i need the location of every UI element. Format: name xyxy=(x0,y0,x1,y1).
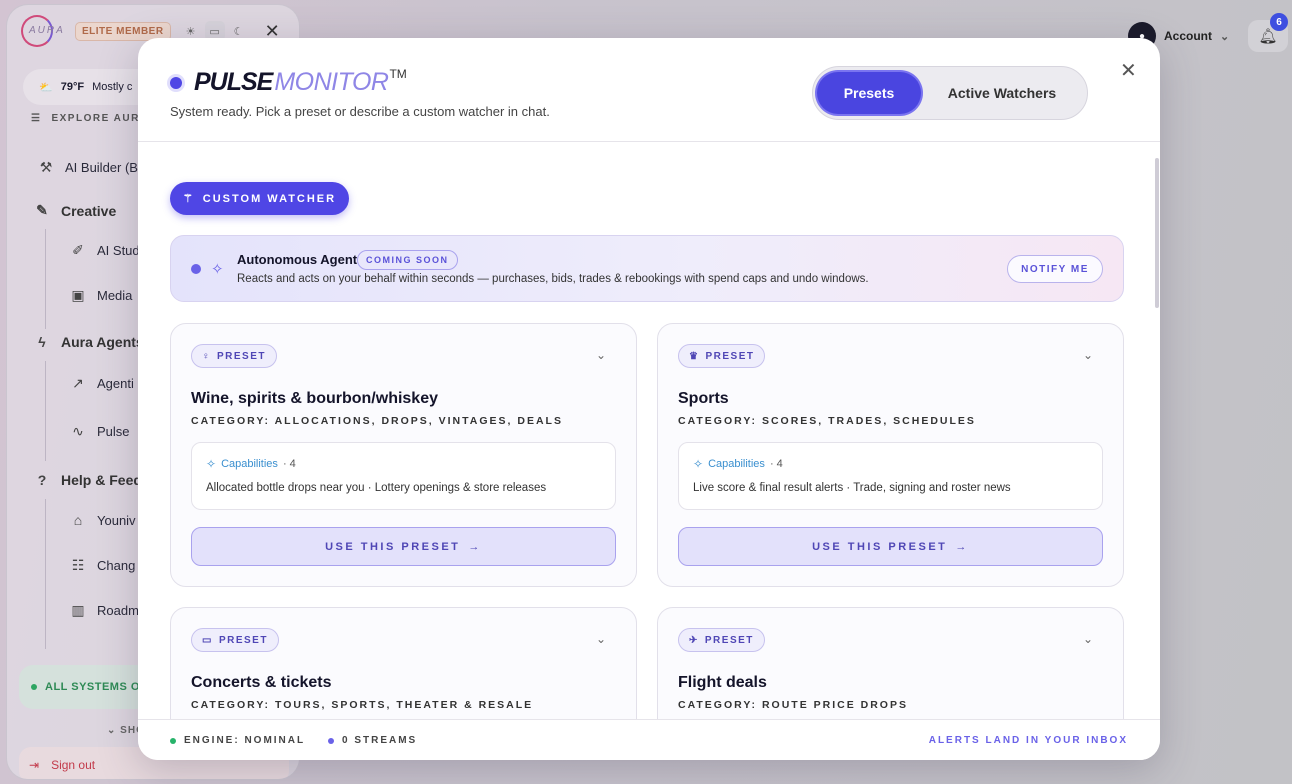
preset-pill: ♀ PRESET xyxy=(191,344,278,368)
sign-out-icon: ⇥ xyxy=(29,758,40,772)
chevron-down-icon: ⌄ xyxy=(107,725,121,736)
capabilities-list: Live score & final result alerts · Trade… xyxy=(693,482,1011,494)
graduation-icon: ⌂ xyxy=(73,512,83,528)
preset-title: Flight deals xyxy=(678,674,767,691)
chevron-down-icon[interactable]: ⌄ xyxy=(596,348,606,362)
brush-icon: ✐ xyxy=(72,242,84,258)
sidebar-item-ai-studio[interactable]: ✐ AI Stud xyxy=(69,242,140,259)
aura-logo[interactable]: AURA xyxy=(17,11,65,51)
engine-status: ENGINE: NOMINAL xyxy=(170,735,305,746)
sidebar-item-ai-builder[interactable]: ⚒ AI Builder (Be xyxy=(37,159,145,176)
chevron-down-icon[interactable]: ⌄ xyxy=(596,632,606,646)
sidebar-item-university[interactable]: ⌂ Youniv xyxy=(69,512,136,528)
preset-card-wine: ♀ PRESET ⌄ Wine, spirits & bourbon/whiske… xyxy=(170,323,637,587)
sidebar-item-agentic[interactable]: ↗ Agenti xyxy=(69,375,134,392)
explore-aura[interactable]: ☰ EXPLORE AURA xyxy=(31,113,149,124)
pulse-monitor-modal: PULSE MONITOR TM System ready. Pick a pr… xyxy=(138,38,1160,760)
sun-cloud-icon: ⛅ xyxy=(39,81,53,94)
weather-temp: 79°F xyxy=(60,81,85,93)
trophy-icon: ♛ xyxy=(689,350,700,362)
status-dot xyxy=(170,77,182,89)
tab-presets[interactable]: Presets xyxy=(817,72,921,114)
view-tabs: Presets Active Watchers xyxy=(812,66,1088,120)
trademark: TM xyxy=(389,67,407,81)
notify-me-button[interactable]: NOTIFY ME xyxy=(1007,255,1103,283)
status-dot xyxy=(170,737,176,744)
changelog-icon: ☷ xyxy=(71,557,85,573)
capabilities-box: ✧ Capabilities · 4 Live score & final resu… xyxy=(678,442,1103,510)
capabilities-box: ✧ Capabilities · 4 Allocated bottle drops … xyxy=(191,442,616,510)
preset-category: CATEGORY: SCORES, TRADES, SCHEDULES xyxy=(678,415,976,427)
modal-footer: ENGINE: NOMINAL 0 STREAMS ALERTS LAND IN… xyxy=(138,719,1160,760)
chevron-down-icon[interactable]: ⌄ xyxy=(1083,348,1093,362)
image-icon: ▣ xyxy=(71,287,85,303)
preset-pill: ✈ PRESET xyxy=(678,628,765,652)
ticket-icon: ▭ xyxy=(202,634,213,646)
map-icon: ▥ xyxy=(71,602,85,618)
capabilities-list: Allocated bottle drops near you · Lotter… xyxy=(206,482,547,494)
modal-header: PULSE MONITOR TM System ready. Pick a pr… xyxy=(138,38,1160,142)
use-preset-button[interactable]: USE THIS PRESET → xyxy=(191,527,616,566)
chevron-down-icon: ⌄ xyxy=(1220,30,1230,43)
sparkle-icon: ✧ xyxy=(693,457,704,471)
nav-divider xyxy=(45,229,46,329)
alerts-inbox-link[interactable]: ALERTS LAND IN YOUR INBOX xyxy=(929,735,1128,746)
modal-title: PULSE MONITOR TM xyxy=(194,67,407,96)
preset-pill: ♛ PRESET xyxy=(678,344,766,368)
bolt-icon: ϟ xyxy=(38,334,46,350)
preset-title: Concerts & tickets xyxy=(191,674,332,691)
autonomous-agent-banner: ✧ Autonomous Agent COMING SOON Reacts an… xyxy=(170,235,1124,302)
sparkle-icon: ✧ xyxy=(206,457,217,471)
scrollbar[interactable] xyxy=(1155,158,1159,308)
sidebar-item-pulse[interactable]: ∿ Pulse xyxy=(69,423,129,440)
preset-title: Wine, spirits & bourbon/whiskey xyxy=(191,390,438,407)
sidebar-item-creative[interactable]: ✎ Creative xyxy=(33,202,116,219)
menu-icon: ☰ xyxy=(31,113,42,124)
preset-category: CATEGORY: TOURS, SPORTS, THEATER & RESAL… xyxy=(191,699,534,711)
streams-count: 0 STREAMS xyxy=(328,735,417,746)
preset-category: CATEGORY: ROUTE PRICE DROPS xyxy=(678,699,908,711)
coming-soon-badge: COMING SOON xyxy=(357,250,458,270)
status-dot xyxy=(191,264,201,274)
preset-card-sports: ♛ PRESET ⌄ Sports CATEGORY: SCORES, TRADE… xyxy=(657,323,1124,587)
nav-divider xyxy=(45,361,46,461)
autonomous-agent-desc: Reacts and acts on your behalf within se… xyxy=(237,273,869,285)
arrow-right-icon: → xyxy=(955,540,969,553)
status-dot xyxy=(328,737,334,744)
hammer-icon: ⚒ xyxy=(39,159,53,175)
tab-active-watchers[interactable]: Active Watchers xyxy=(921,72,1083,114)
trend-icon: ↗ xyxy=(72,375,84,391)
preset-pill: ▭ PRESET xyxy=(191,628,279,652)
status-dot xyxy=(31,684,37,690)
bottle-icon: ♀ xyxy=(202,350,211,362)
sidebar-item-media[interactable]: ▣ Media xyxy=(69,287,132,304)
chevron-down-icon[interactable]: ⌄ xyxy=(1083,632,1093,646)
sidebar-item-roadmap[interactable]: ▥ Roadm xyxy=(69,602,139,619)
preset-category: CATEGORY: ALLOCATIONS, DROPS, VINTAGES, … xyxy=(191,415,563,427)
preset-title: Sports xyxy=(678,390,729,407)
plane-icon: ✈ xyxy=(689,634,699,646)
custom-watcher-button[interactable]: ⚚ CUSTOM WATCHER xyxy=(170,182,349,215)
use-preset-button[interactable]: USE THIS PRESET → xyxy=(678,527,1103,566)
modal-subtitle: System ready. Pick a preset or describe … xyxy=(170,104,550,119)
close-icon[interactable]: ✕ xyxy=(1120,58,1137,83)
sidebar-item-aura-agents[interactable]: ϟ Aura Agents xyxy=(33,334,143,350)
sidebar-item-changelog[interactable]: ☷ Chang xyxy=(69,557,136,574)
sparkle-icon: ✧ xyxy=(211,261,224,278)
pulse-icon: ∿ xyxy=(72,423,84,439)
sidebar-item-help[interactable]: ? Help & Feedb xyxy=(33,472,151,488)
autonomous-agent-title: Autonomous Agent xyxy=(237,252,358,267)
arrow-right-icon: → xyxy=(468,540,482,553)
nav-divider xyxy=(45,499,46,649)
wand-icon: ✎ xyxy=(36,202,48,218)
weather-desc: Mostly c xyxy=(92,81,133,93)
help-icon: ? xyxy=(37,472,47,488)
wand-icon: ⚚ xyxy=(182,193,195,205)
notification-count-badge: 6 xyxy=(1270,13,1288,31)
